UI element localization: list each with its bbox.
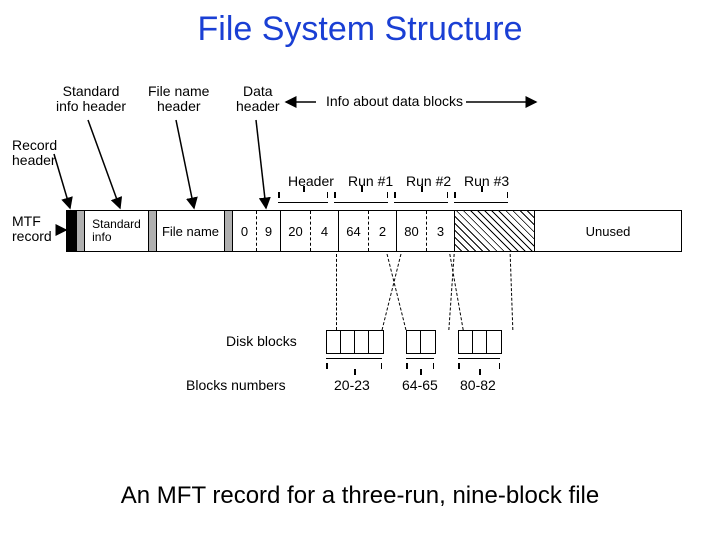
brace-label-run2: Run #2	[406, 174, 451, 189]
label-disk-blocks: Disk blocks	[226, 334, 297, 349]
disk-blocks-group-1	[326, 330, 384, 354]
mft-diagram: Standardinfo header File nameheader Data…	[26, 80, 696, 400]
brace-run1	[334, 192, 388, 203]
brace-label-header: Header	[288, 174, 334, 189]
brace-run2	[394, 192, 448, 203]
seg-run2-a: 64	[339, 211, 369, 251]
label-mtf-record: MTFrecord	[12, 214, 52, 245]
seg-file-name-header	[149, 211, 157, 251]
brace-label-run3: Run #3	[464, 174, 509, 189]
disk-blocks-group-3	[458, 330, 502, 354]
range-1: 20-23	[334, 378, 370, 393]
seg-header1: 9	[257, 211, 281, 251]
seg-run3-a: 80	[397, 211, 427, 251]
disk-blocks-group-2	[406, 330, 436, 354]
seg-header0: 0	[233, 211, 257, 251]
seg-run1-b: 4	[311, 211, 339, 251]
dash-r1-r	[382, 254, 402, 330]
brace-range-3	[458, 358, 500, 369]
seg-record-header	[67, 211, 77, 251]
label-record-header: Recordheader	[12, 138, 57, 169]
label-file-name-header: File nameheader	[148, 84, 209, 115]
brace-label-run1: Run #1	[348, 174, 393, 189]
seg-run3-b: 3	[427, 211, 455, 251]
brace-header	[278, 192, 328, 203]
mft-record-bar: Standardinfo File name 0 9 20 4 64 2 80 …	[66, 210, 682, 252]
dash-r3-r	[510, 254, 514, 330]
seg-unused: Unused	[535, 211, 681, 251]
seg-run1-a: 20	[281, 211, 311, 251]
brace-run3	[454, 192, 508, 203]
label-standard-info-header: Standardinfo header	[56, 84, 126, 115]
brace-range-2	[406, 358, 434, 369]
label-blocks-numbers: Blocks numbers	[186, 378, 286, 393]
label-data-header: Dataheader	[236, 84, 280, 115]
seg-hatched	[455, 211, 535, 251]
seg-file-name: File name	[157, 211, 225, 251]
slide-caption: An MFT record for a three-run, nine-bloc…	[0, 482, 720, 510]
label-info-about-data-blocks: Info about data blocks	[326, 94, 463, 109]
brace-range-1	[326, 358, 382, 369]
seg-standard-info: Standardinfo	[85, 211, 149, 251]
seg-run2-b: 2	[369, 211, 397, 251]
slide-title: File System Structure	[0, 10, 720, 49]
seg-std-info-header	[77, 211, 85, 251]
seg-data-header	[225, 211, 233, 251]
dash-r1-l	[336, 254, 337, 330]
range-2: 64-65	[402, 378, 438, 393]
range-3: 80-82	[460, 378, 496, 393]
